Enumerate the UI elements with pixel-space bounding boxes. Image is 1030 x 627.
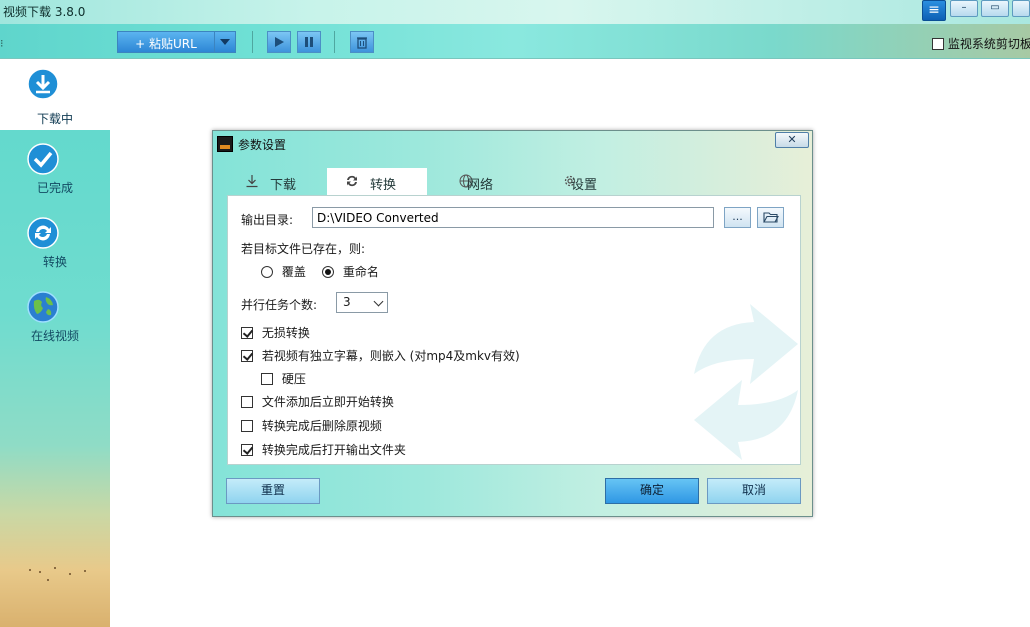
toolbar-divider	[252, 31, 253, 53]
open-folder-label: 转换完成后打开输出文件夹	[261, 443, 406, 457]
title-bar: 视频下载 3.8.0 ≡ – ▭	[0, 0, 1030, 24]
output-dir-field[interactable]	[312, 207, 714, 228]
settings-tabs: 下载 转换 网络 设置	[227, 168, 801, 195]
parallel-tasks-select[interactable]: 3	[336, 292, 388, 313]
open-folder-button[interactable]	[757, 207, 784, 228]
auto-start-option[interactable]: 文件添加后立即开始转换	[241, 393, 394, 410]
monitor-clipboard-checkbox[interactable]	[932, 38, 944, 50]
dialog-close-button[interactable]: ✕	[775, 132, 809, 148]
overwrite-label: 覆盖	[281, 265, 306, 279]
sidebar-item-label: 下载中	[36, 112, 73, 126]
parallel-tasks-value: 3	[343, 295, 351, 309]
open-folder-checkbox[interactable]	[241, 444, 253, 456]
hard-sub-label: 硬压	[281, 372, 306, 386]
sidebar-item-label: 转换	[42, 255, 67, 269]
output-dir-label: 输出目录:	[241, 213, 294, 227]
sidebar-item-label: 在线视频	[30, 329, 79, 343]
tab-label: 设置	[571, 178, 598, 193]
convert-icon	[347, 175, 357, 187]
tab-label: 网络	[467, 178, 494, 193]
exists-label: 若目标文件已存在，则:	[241, 242, 366, 256]
pause-icon[interactable]	[297, 31, 321, 53]
delete-source-option[interactable]: 转换完成后删除原视频	[241, 417, 382, 434]
embed-subtitle-option[interactable]: 若视频有独立字幕，则嵌入 (对mp4及mkv有效)	[241, 347, 520, 364]
auto-start-checkbox[interactable]	[241, 396, 253, 408]
globe-icon	[27, 291, 59, 323]
maximize-button[interactable]: ▭	[981, 0, 1009, 17]
chevron-down-icon	[373, 296, 384, 307]
paste-url-dropdown-chevron-icon[interactable]	[214, 32, 235, 52]
paste-url-label: + 粘贴URL	[135, 37, 197, 51]
reset-button[interactable]: 重置	[226, 478, 320, 504]
beach-decoration	[29, 567, 86, 581]
app-title: 视频下载 3.8.0	[3, 5, 86, 19]
embed-subtitle-label: 若视频有独立字幕，则嵌入 (对mp4及mkv有效)	[261, 349, 520, 363]
sidebar: 下载中 已完成 转换 在线视频	[0, 60, 110, 627]
hard-sub-checkbox[interactable]	[261, 373, 273, 385]
sidebar-item-completed[interactable]: 已完成	[0, 135, 110, 205]
close-button[interactable]	[1012, 0, 1030, 17]
menu-icon[interactable]: ≡	[922, 0, 946, 21]
sidebar-item-label: 已完成	[36, 181, 73, 195]
download-icon	[246, 175, 258, 188]
sidebar-item-convert[interactable]: 转换	[0, 209, 110, 279]
tab-label: 下载	[270, 178, 297, 193]
delete-source-checkbox[interactable]	[241, 420, 253, 432]
monitor-clipboard-option[interactable]: 监视系统剪切板	[932, 35, 1030, 52]
paste-url-button[interactable]: + 粘贴URL	[117, 31, 236, 53]
delete-source-label: 转换完成后删除原视频	[261, 419, 382, 433]
tab-label: 转换	[370, 178, 397, 193]
lossless-option[interactable]: 无损转换	[241, 324, 310, 341]
minimize-button[interactable]: –	[950, 0, 978, 17]
hard-sub-option[interactable]: 硬压	[261, 370, 306, 387]
dialog-title: 参数设置	[238, 138, 287, 152]
cancel-button[interactable]: 取消	[707, 478, 801, 504]
delete-icon[interactable]	[350, 31, 374, 53]
rename-label: 重命名	[342, 265, 379, 279]
rename-option[interactable]: 重命名	[322, 263, 379, 280]
overwrite-option[interactable]: 覆盖	[261, 263, 306, 280]
convert-watermark-icon	[694, 304, 798, 460]
settings-dialog: 参数设置 ✕ 下载 转换 网络 设置 输出目录: D:\VIDEO Conver…	[212, 130, 813, 517]
toolbar-divider	[334, 31, 335, 53]
app-logo-icon	[217, 136, 233, 152]
tab-settings[interactable]: 设置	[545, 168, 645, 195]
auto-start-label: 文件添加后立即开始转换	[261, 395, 394, 409]
embed-subtitle-checkbox[interactable]	[241, 350, 253, 362]
sidebar-item-online-video[interactable]: 在线视频	[0, 283, 110, 353]
ok-button[interactable]: 确定	[605, 478, 699, 504]
download-icon	[27, 68, 59, 100]
folder-open-icon	[762, 212, 779, 223]
convert-settings-panel: 输出目录: ... 若目标文件已存在，则: 覆盖 重命名 并行任务个数: 3 无…	[227, 195, 801, 465]
toolbar-grip-icon: ⁝	[0, 37, 4, 50]
parallel-tasks-label: 并行任务个数:	[241, 298, 318, 312]
check-icon	[27, 143, 59, 175]
lossless-label: 无损转换	[261, 326, 310, 340]
monitor-clipboard-label: 监视系统剪切板	[947, 37, 1030, 51]
tab-download[interactable]: 下载	[227, 168, 327, 195]
sidebar-item-downloading[interactable]: 下载中	[0, 60, 110, 130]
overwrite-radio[interactable]	[261, 266, 273, 278]
browse-button[interactable]: ...	[724, 207, 751, 228]
lossless-checkbox[interactable]	[241, 327, 253, 339]
tab-network[interactable]: 网络	[441, 168, 541, 195]
rename-radio[interactable]	[322, 266, 334, 278]
tab-convert[interactable]: 转换	[327, 168, 427, 195]
open-folder-option[interactable]: 转换完成后打开输出文件夹	[241, 441, 406, 458]
toolbar: ⁝ + 粘贴URL 监视系统剪切板	[0, 24, 1030, 59]
convert-icon	[27, 217, 59, 249]
play-icon[interactable]	[267, 31, 291, 53]
